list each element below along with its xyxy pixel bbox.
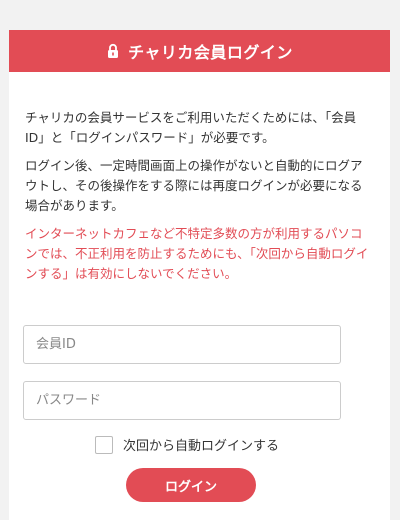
login-button[interactable]: ログイン xyxy=(126,468,256,502)
warning-paragraph: インターネットカフェなど不特定多数の方が利用するパソコンでは、不正利用を防止する… xyxy=(25,226,369,281)
header-title: チャリカ会員ログイン xyxy=(128,43,293,62)
password-input[interactable] xyxy=(23,381,341,420)
login-body: チャリカの会員サービスをご利用いただくためには、「会員ID」と「ログインパスワー… xyxy=(9,108,390,284)
auto-login-label[interactable]: 次回から自動ログインする xyxy=(123,435,279,454)
auto-login-checkbox[interactable] xyxy=(95,435,113,454)
lock-icon xyxy=(106,43,120,59)
member-id-input[interactable] xyxy=(23,325,341,364)
timeout-paragraph: ログイン後、一定時間画面上の操作がないと自動的にログアウトし、その後操作をする際… xyxy=(25,158,363,213)
intro-paragraph: チャリカの会員サービスをご利用いただくためには、「会員ID」と「ログインパスワー… xyxy=(25,110,357,145)
remember-row: 次回から自動ログインする xyxy=(95,435,390,454)
login-panel: チャリカ会員ログイン チャリカの会員サービスをご利用いただくためには、「会員ID… xyxy=(9,30,390,520)
login-header: チャリカ会員ログイン xyxy=(9,30,390,72)
